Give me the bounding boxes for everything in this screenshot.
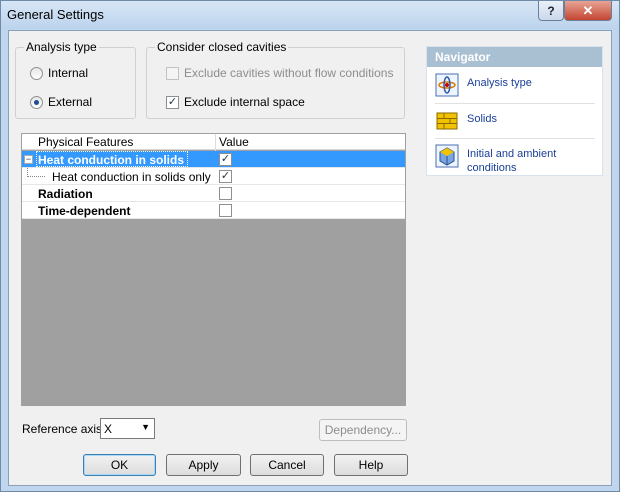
exclude-internal-checkbox[interactable]: ✓: [166, 95, 179, 109]
nav-separator: [435, 138, 595, 139]
physical-features-grid[interactable]: Physical Features Value − Heat conductio…: [21, 133, 406, 406]
navigator-title: Navigator: [427, 47, 602, 67]
dependency-button[interactable]: Dependency...: [319, 419, 407, 441]
radio-internal-label: Internal: [48, 66, 89, 80]
row-radiation-checkbox[interactable]: [219, 187, 232, 200]
row-heat-conduction-only[interactable]: Heat conduction in solids only ✓: [22, 168, 405, 185]
solids-icon[interactable]: [435, 109, 459, 133]
reference-axis-value: X: [104, 422, 113, 436]
row-time-dependent[interactable]: Time-dependent: [22, 202, 405, 219]
navigator-panel: Navigator Analysis type Solids Initial a…: [426, 46, 603, 176]
closed-cavities-group: Consider closed cavities Exclude cavitie…: [146, 40, 405, 119]
row-time-dependent-checkbox[interactable]: [219, 204, 232, 217]
help-button[interactable]: Help: [334, 454, 408, 476]
ok-button[interactable]: OK: [83, 454, 156, 476]
row-time-dependent-label: Time-dependent: [38, 204, 131, 218]
exclude-no-flow-label: Exclude cavities without flow conditions: [184, 66, 394, 80]
nav-item-solids-label[interactable]: Solids: [467, 109, 497, 126]
dialog-body: Analysis type Internal External Consider…: [8, 30, 612, 486]
exclude-internal-label: Exclude internal space: [184, 95, 305, 109]
nav-item-initial-conditions[interactable]: Initial and ambient conditions: [427, 144, 602, 175]
exclude-no-flow-checkbox[interactable]: [166, 66, 179, 80]
radio-external[interactable]: External: [30, 95, 92, 109]
analysis-type-group: Analysis type Internal External: [15, 40, 136, 119]
exclude-internal-option[interactable]: ✓ Exclude internal space: [166, 95, 305, 109]
radio-internal[interactable]: Internal: [30, 66, 88, 80]
radio-external-label: External: [48, 95, 93, 109]
grid-header: Physical Features Value: [22, 134, 405, 150]
nav-item-initial-conditions-label[interactable]: Initial and ambient conditions: [467, 144, 602, 175]
title-bar: General Settings ? ✕: [1, 1, 619, 29]
chevron-down-icon[interactable]: ▼: [141, 422, 150, 432]
row-heat-conduction-only-checkbox[interactable]: ✓: [219, 170, 232, 183]
analysis-type-title: Analysis type: [24, 40, 99, 54]
nav-item-analysis-type[interactable]: Analysis type: [427, 73, 602, 97]
window-title: General Settings: [7, 7, 104, 22]
exclude-no-flow-option[interactable]: Exclude cavities without flow conditions: [166, 66, 393, 80]
title-help-button[interactable]: ?: [538, 1, 564, 21]
nav-separator: [435, 103, 595, 104]
reference-axis-label: Reference axis:: [22, 422, 106, 436]
header-physical-features[interactable]: Physical Features: [38, 135, 133, 149]
row-heat-conduction[interactable]: − Heat conduction in solids ✓: [22, 151, 405, 168]
row-heat-conduction-only-label: Heat conduction in solids only: [52, 170, 211, 184]
analysis-type-icon[interactable]: [435, 73, 459, 97]
radio-internal-circle[interactable]: [30, 66, 43, 80]
nav-item-analysis-type-label[interactable]: Analysis type: [467, 73, 532, 90]
tree-connector: [27, 168, 45, 177]
row-heat-conduction-checkbox[interactable]: ✓: [219, 153, 232, 166]
collapse-icon[interactable]: −: [24, 155, 33, 164]
initial-conditions-icon[interactable]: [435, 144, 459, 168]
row-radiation[interactable]: Radiation: [22, 185, 405, 202]
apply-button[interactable]: Apply: [166, 454, 241, 476]
dialog-window: General Settings ? ✕ Analysis type Inter…: [0, 0, 620, 492]
row-radiation-label: Radiation: [38, 187, 93, 201]
row-heat-conduction-label: Heat conduction in solids: [38, 153, 185, 167]
close-button[interactable]: ✕: [564, 1, 612, 21]
reference-axis-select[interactable]: X ▼: [100, 418, 155, 439]
closed-cavities-title: Consider closed cavities: [155, 40, 289, 54]
header-value[interactable]: Value: [219, 135, 249, 149]
radio-external-circle[interactable]: [30, 95, 43, 109]
nav-item-solids[interactable]: Solids: [427, 109, 602, 133]
cancel-button[interactable]: Cancel: [250, 454, 324, 476]
